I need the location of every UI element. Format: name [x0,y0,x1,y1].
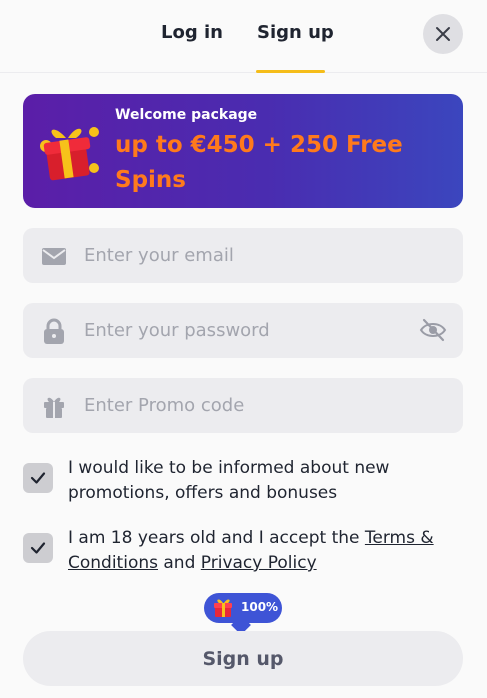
promotions-checkbox[interactable] [23,463,53,493]
close-button[interactable] [423,14,463,54]
email-field[interactable] [23,228,463,283]
completion-percent: 100% [241,600,279,614]
completion-badge: 100% [204,593,282,623]
banner-subtitle: Welcome package [115,107,258,123]
promotions-consent-text: I would like to be informed about new pr… [68,458,390,503]
terms-and: and [157,553,201,573]
email-input[interactable] [84,228,414,283]
auth-header: Log in Sign up [0,0,487,73]
password-field[interactable] [23,303,463,358]
password-input[interactable] [84,303,414,358]
signup-button[interactable]: Sign up [23,631,463,686]
welcome-package-banner: Welcome package up to €450 + 250 Free Sp… [23,94,463,208]
promo-code-field[interactable] [23,378,463,433]
checkmark-icon [30,542,46,554]
terms-consent-text: I am 18 years old and I accept the Terms… [68,526,458,576]
checkmark-icon [30,472,46,484]
privacy-policy-link[interactable]: Privacy Policy [201,553,317,573]
tab-login[interactable]: Log in [161,22,223,43]
banner-title: up to €450 + 250 Free Spins [115,132,403,193]
eye-off-icon[interactable] [418,315,448,345]
gift-icon [214,599,232,617]
terms-prefix: I am 18 years old and I accept the [68,528,365,548]
tab-signup[interactable]: Sign up [257,22,334,43]
close-icon [436,27,450,41]
promo-code-input[interactable] [84,378,414,433]
terms-checkbox[interactable] [23,533,53,563]
envelope-icon [42,248,66,265]
lock-icon [44,318,64,344]
gift-box-icon [40,127,99,181]
gift-icon [44,397,64,418]
active-tab-indicator [256,70,325,73]
